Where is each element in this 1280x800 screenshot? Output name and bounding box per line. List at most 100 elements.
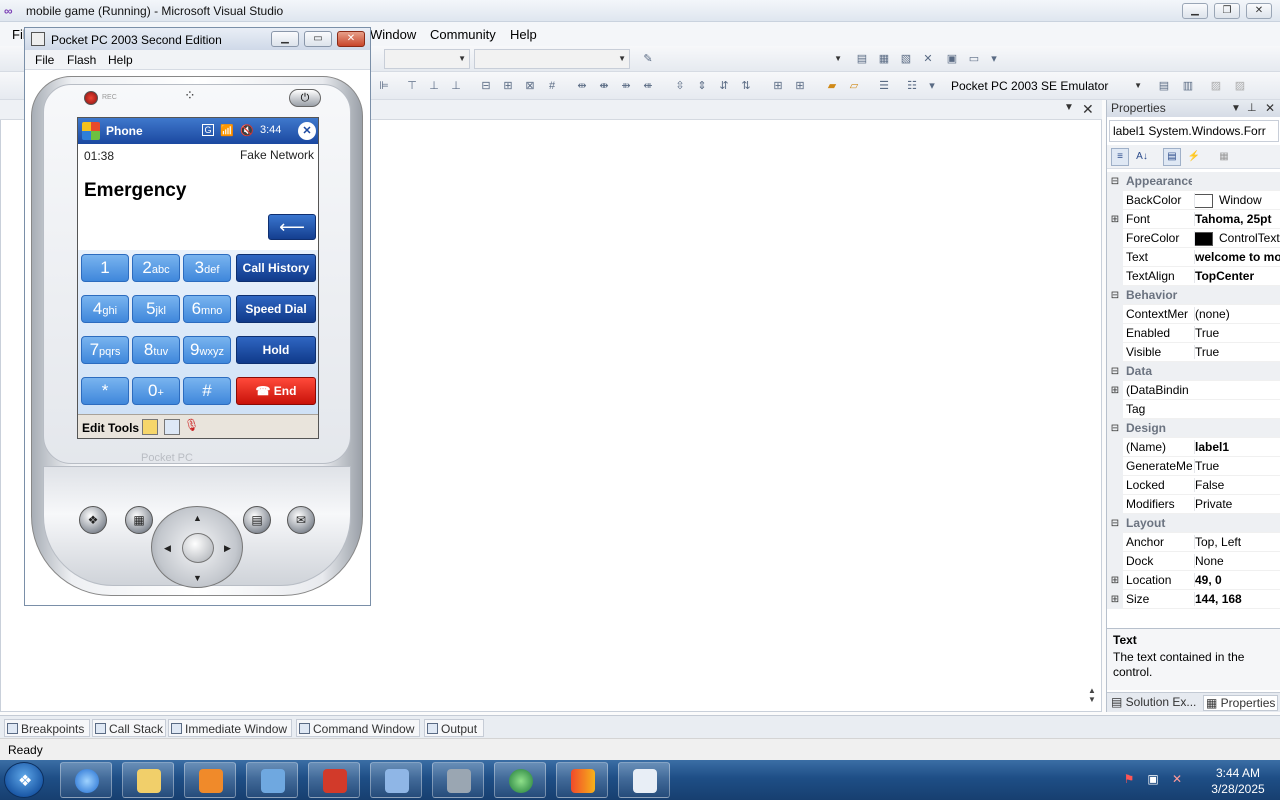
property-row[interactable]: ⊞ Location 49, 0 (1107, 571, 1280, 590)
dpad-up-icon[interactable]: ▲ (193, 513, 202, 523)
dropdown-icon[interactable]: ▾ (924, 78, 940, 94)
lock-controls-icon[interactable]: ☷ (904, 78, 920, 94)
format-icon[interactable]: ▨ (1208, 78, 1224, 94)
device-options-icon[interactable]: ▤ (1156, 78, 1172, 94)
phone-clock[interactable]: 3:44 (260, 124, 281, 136)
dpad-center-button[interactable] (182, 533, 214, 563)
key-3[interactable]: 3def (183, 254, 231, 282)
events-icon[interactable]: ⚡ (1185, 148, 1203, 166)
volume-muted-icon[interactable]: ✕ (1170, 772, 1184, 786)
make-same-size-icon[interactable]: ⊠ (522, 78, 538, 94)
key-6[interactable]: 6mno (183, 295, 231, 323)
property-value[interactable]: Private (1194, 497, 1280, 511)
property-row[interactable]: Modifiers Private (1107, 495, 1280, 514)
property-row[interactable]: ⊞ Font Tahoma, 25pt (1107, 210, 1280, 229)
solution-explorer-icon[interactable]: ▤ (854, 51, 870, 67)
tab-call-stack[interactable]: Call Stack (92, 719, 166, 737)
window-list-icon[interactable]: ▭ (966, 51, 982, 67)
target-device-combo[interactable]: Pocket PC 2003 SE Emulator ▼ (946, 76, 1146, 96)
mute-mic-icon[interactable]: 🎙 (184, 418, 199, 432)
expand-toggle-icon[interactable]: ⊟ (1107, 172, 1123, 191)
property-row[interactable]: ⊞ Size 144, 168 (1107, 590, 1280, 609)
decrease-v-spacing-icon[interactable]: ⇵ (716, 78, 732, 94)
decrease-h-spacing-icon[interactable]: ⇻ (618, 78, 634, 94)
key-8[interactable]: 8tuv (132, 336, 180, 364)
property-value[interactable]: ControlText (1194, 231, 1280, 246)
inbox-hw-button[interactable]: ✉ (287, 506, 315, 534)
property-category[interactable]: ⊟ Layout (1107, 514, 1280, 533)
taskbar-media-player[interactable] (184, 762, 236, 798)
key-star[interactable]: * (81, 377, 129, 405)
taskbar-remote-desktop[interactable] (246, 762, 298, 798)
contacts-hw-button[interactable]: ▤ (243, 506, 271, 534)
clock-date[interactable]: 3/28/2025 (1206, 782, 1270, 796)
property-row[interactable]: Locked False (1107, 476, 1280, 495)
remove-v-spacing-icon[interactable]: ⇅ (738, 78, 754, 94)
restore-button[interactable]: ❐ (1214, 3, 1240, 19)
property-value[interactable]: (none) (1194, 307, 1280, 321)
tab-solution-explorer[interactable]: ▤ Solution Ex... (1111, 695, 1196, 709)
key-4[interactable]: 4ghi (81, 295, 129, 323)
property-category[interactable]: ⊟ Design (1107, 419, 1280, 438)
end-call-button[interactable]: ☎ End (236, 377, 316, 405)
expand-toggle-icon[interactable]: ⊟ (1107, 286, 1123, 305)
emulator-close-button[interactable]: ✕ (337, 31, 365, 47)
property-row[interactable]: ⊞ (DataBindin (1107, 381, 1280, 400)
expand-toggle-icon[interactable]: ⊞ (1107, 571, 1123, 590)
align-middles-icon[interactable]: ⊥ (426, 78, 442, 94)
property-value[interactable]: TopCenter (1194, 269, 1280, 283)
doc-scrollbar[interactable]: ▲ ▼ (1083, 686, 1101, 712)
taskbar-ie[interactable] (60, 762, 112, 798)
menu-window[interactable]: Window (370, 27, 416, 42)
network-error-icon[interactable]: ⚑ (1122, 772, 1136, 786)
tab-output[interactable]: Output (424, 719, 484, 737)
property-value[interactable]: Window (1194, 193, 1280, 208)
pin-icon[interactable]: ⊥ (1247, 100, 1257, 117)
object-selector[interactable]: label1 System.Windows.Forr (1109, 120, 1279, 142)
property-category[interactable]: ⊟ Appearance (1107, 172, 1280, 191)
property-value[interactable]: None (1194, 554, 1280, 568)
expand-toggle-icon[interactable]: ⊞ (1107, 381, 1123, 400)
tab-command-window[interactable]: Command Window (296, 719, 420, 737)
property-value[interactable]: False (1194, 478, 1280, 492)
minimize-button[interactable]: ▁ (1182, 3, 1208, 19)
dpad-down-icon[interactable]: ▼ (193, 573, 202, 583)
property-value[interactable]: welcome to mo (1194, 250, 1280, 264)
dropdown-icon[interactable]: ▾ (986, 51, 1002, 67)
expand-toggle-icon[interactable]: ⊞ (1107, 210, 1123, 229)
format2-icon[interactable]: ▨ (1232, 78, 1248, 94)
property-row[interactable]: Anchor Top, Left (1107, 533, 1280, 552)
backspace-button[interactable]: ⟵ (268, 214, 316, 240)
make-same-height-icon[interactable]: ⊞ (500, 78, 516, 94)
property-row[interactable]: Text welcome to mo (1107, 248, 1280, 267)
property-row[interactable]: Enabled True (1107, 324, 1280, 343)
platform-combo[interactable]: ▼ (474, 49, 630, 69)
tab-immediate-window[interactable]: Immediate Window (168, 719, 292, 737)
find-combo[interactable]: ▼ (660, 49, 846, 69)
property-row[interactable]: GenerateMe True (1107, 457, 1280, 476)
expand-toggle-icon[interactable]: ⊟ (1107, 419, 1123, 438)
property-row[interactable]: TextAlign TopCenter (1107, 267, 1280, 286)
start-page-icon[interactable]: ▣ (944, 51, 960, 67)
property-row[interactable]: BackColor Window (1107, 191, 1280, 210)
send-to-back-icon[interactable]: ▱ (846, 78, 862, 94)
size-to-grid-icon[interactable]: # (544, 78, 560, 94)
tab-breakpoints[interactable]: Breakpoints (4, 719, 90, 737)
key-hash[interactable]: # (183, 377, 231, 405)
menu-tools[interactable]: Tools (108, 421, 139, 435)
contacts-icon[interactable] (142, 419, 158, 435)
expand-toggle-icon[interactable]: ⊟ (1107, 362, 1123, 381)
speed-dial-button[interactable]: Speed Dial (236, 295, 316, 323)
properties-window-icon[interactable]: ▦ (876, 51, 892, 67)
doc-close-icon[interactable]: ✕ (1082, 101, 1094, 118)
alphabetical-icon[interactable]: A↓ (1133, 148, 1151, 166)
bring-to-front-icon[interactable]: ▰ (824, 78, 840, 94)
power-button[interactable]: ⏻ (289, 89, 321, 107)
taskbar-visual-studio[interactable] (556, 762, 608, 798)
center-horizontally-icon[interactable]: ⊞ (770, 78, 786, 94)
emulator-maximize-button[interactable]: ▭ (304, 31, 332, 47)
properties-icon[interactable]: ▤ (1163, 148, 1181, 166)
dpad-right-icon[interactable]: ▶ (224, 543, 231, 554)
property-value[interactable]: True (1194, 345, 1280, 359)
taskbar-device-manager[interactable] (370, 762, 422, 798)
